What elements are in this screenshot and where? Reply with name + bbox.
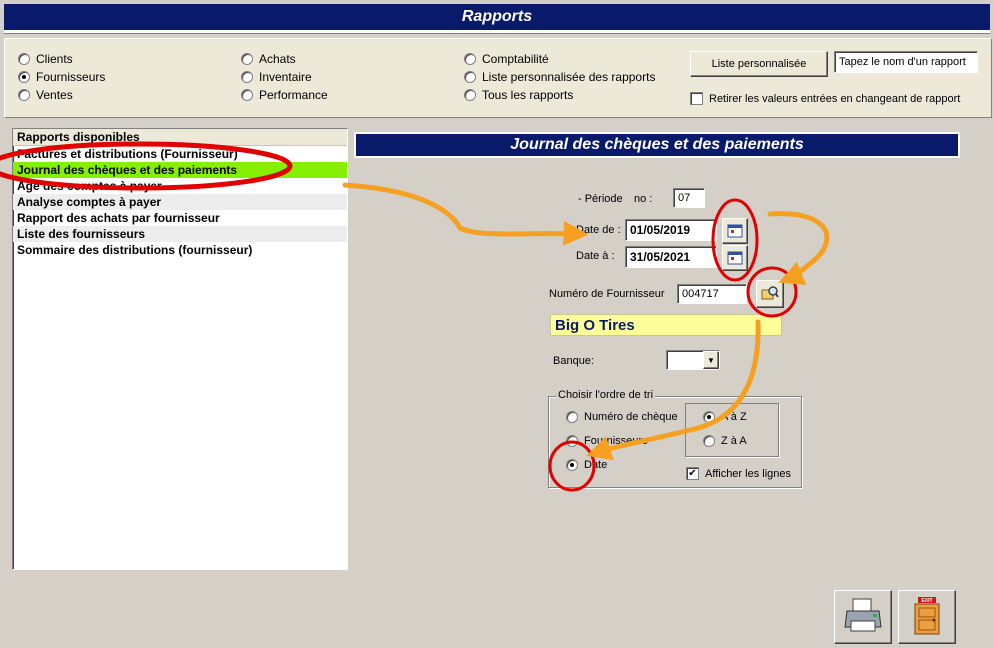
radio-tous-rapports[interactable]: Tous les rapports xyxy=(464,88,573,102)
sort-radio-date[interactable]: Date xyxy=(566,459,607,471)
exit-sign-text: EXIT xyxy=(921,598,933,604)
period-no-label: no : xyxy=(634,193,653,205)
calendar-icon xyxy=(727,222,743,241)
supplier-name-display: Big O Tires xyxy=(550,314,782,336)
radio-dot[interactable] xyxy=(703,435,715,447)
reports-list: Rapports disponibles Factures et distrib… xyxy=(12,128,348,570)
radio-label: Numéro de chèque xyxy=(584,411,678,423)
supplier-lookup-button[interactable] xyxy=(756,280,784,308)
period-label: - Période xyxy=(578,193,623,205)
order-radio-az[interactable]: A à Z xyxy=(703,411,747,423)
calendar-from-button[interactable] xyxy=(722,218,748,244)
show-lines-label: Afficher les lignes xyxy=(705,467,792,480)
print-button[interactable] xyxy=(834,590,892,644)
radio-fournisseurs[interactable]: Fournisseurs xyxy=(18,70,105,84)
radio-dot[interactable] xyxy=(18,53,30,65)
radio-label: Clients xyxy=(36,52,73,66)
calendar-icon xyxy=(727,249,743,268)
reset-values-checkbox[interactable] xyxy=(690,92,703,105)
report-search-input[interactable]: Tapez le nom d'un rapport xyxy=(834,51,978,73)
report-title: Journal des chèques et des paiements xyxy=(354,132,960,158)
list-item[interactable]: Liste des fournisseurs xyxy=(13,226,347,242)
radio-achats[interactable]: Achats xyxy=(241,52,296,66)
list-item[interactable]: Analyse comptes à payer xyxy=(13,194,347,210)
radio-performance[interactable]: Performance xyxy=(241,88,328,102)
show-lines-checkbox[interactable]: ✔ xyxy=(686,467,699,480)
date-to-input[interactable]: 31/05/2021 xyxy=(625,246,717,268)
radio-inventaire[interactable]: Inventaire xyxy=(241,70,312,84)
supplier-number-label: Numéro de Fournisseur xyxy=(549,288,665,300)
radio-comptabilite[interactable]: Comptabilité xyxy=(464,52,549,66)
radio-label: Fournisseurs xyxy=(584,435,648,447)
radio-label: Fournisseurs xyxy=(36,70,106,84)
reports-list-header: Rapports disponibles xyxy=(13,129,347,146)
order-radio-za[interactable]: Z à A xyxy=(703,435,747,447)
radio-dot[interactable] xyxy=(464,89,476,101)
sort-order-legend: Choisir l'ordre de tri xyxy=(556,389,656,401)
annotation-arrow-1 xyxy=(342,182,589,246)
radio-dot[interactable] xyxy=(566,459,578,471)
reset-values-label: Retirer les valeurs entrées en changeant… xyxy=(709,92,961,105)
radio-label: Performance xyxy=(259,88,328,102)
radio-label: Achats xyxy=(259,52,296,66)
radio-label: Comptabilité xyxy=(482,52,549,66)
printer-icon xyxy=(843,597,883,638)
bank-label: Banque: xyxy=(553,355,594,367)
window-title: Rapports xyxy=(4,4,990,33)
radio-label: Inventaire xyxy=(259,70,312,84)
radio-label: Date xyxy=(584,459,608,471)
radio-ventes[interactable]: Ventes xyxy=(18,88,73,102)
radio-dot[interactable] xyxy=(241,71,253,83)
radio-clients[interactable]: Clients xyxy=(18,52,73,66)
radio-label: Liste personnalisée des rapports xyxy=(482,70,656,84)
supplier-number-input[interactable]: 004717 xyxy=(677,284,747,304)
radio-label: Tous les rapports xyxy=(482,88,574,102)
period-input[interactable]: 07 xyxy=(673,188,705,208)
list-item[interactable]: Âge des comptes à payer xyxy=(13,178,347,194)
radio-label: Ventes xyxy=(36,88,73,102)
show-lines-row[interactable]: ✔ Afficher les lignes xyxy=(686,467,791,480)
date-from-label: Date de : xyxy=(576,224,621,236)
radio-liste-personnalisee[interactable]: Liste personnalisée des rapports xyxy=(464,70,655,84)
chevron-down-icon[interactable]: ▼ xyxy=(703,351,719,369)
exit-button[interactable]: EXIT xyxy=(898,590,956,644)
radio-dot[interactable] xyxy=(18,89,30,101)
custom-list-button[interactable]: Liste personnalisée xyxy=(690,51,828,77)
calendar-to-button[interactable] xyxy=(722,245,748,271)
radio-dot[interactable] xyxy=(241,89,253,101)
radio-dot[interactable] xyxy=(566,435,578,447)
bank-select[interactable]: ▼ xyxy=(666,350,720,370)
radio-label: A à Z xyxy=(721,411,747,423)
sort-radio-fournisseurs[interactable]: Fournisseurs xyxy=(566,435,648,447)
reset-values-checkbox-row[interactable]: Retirer les valeurs entrées en changeant… xyxy=(690,92,960,105)
radio-dot[interactable] xyxy=(464,71,476,83)
sort-radio-cheque[interactable]: Numéro de chèque xyxy=(566,411,678,423)
radio-dot[interactable] xyxy=(464,53,476,65)
annotation-arrow-2 xyxy=(767,211,830,285)
radio-dot[interactable] xyxy=(18,71,30,83)
radio-label: Z à A xyxy=(721,435,747,447)
lookup-icon xyxy=(761,285,779,304)
radio-dot[interactable] xyxy=(241,53,253,65)
list-item[interactable]: Factures et distributions (Fournisseur) xyxy=(13,146,347,162)
radio-dot[interactable] xyxy=(566,411,578,423)
radio-dot[interactable] xyxy=(703,411,715,423)
date-from-input[interactable]: 01/05/2019 xyxy=(625,219,717,241)
list-item[interactable]: Sommaire des distributions (fournisseur) xyxy=(13,242,347,258)
date-to-label: Date à : xyxy=(576,250,615,262)
list-item-selected[interactable]: Journal des chèques et des paiements xyxy=(13,162,347,178)
list-item[interactable]: Rapport des achats par fournisseur xyxy=(13,210,347,226)
